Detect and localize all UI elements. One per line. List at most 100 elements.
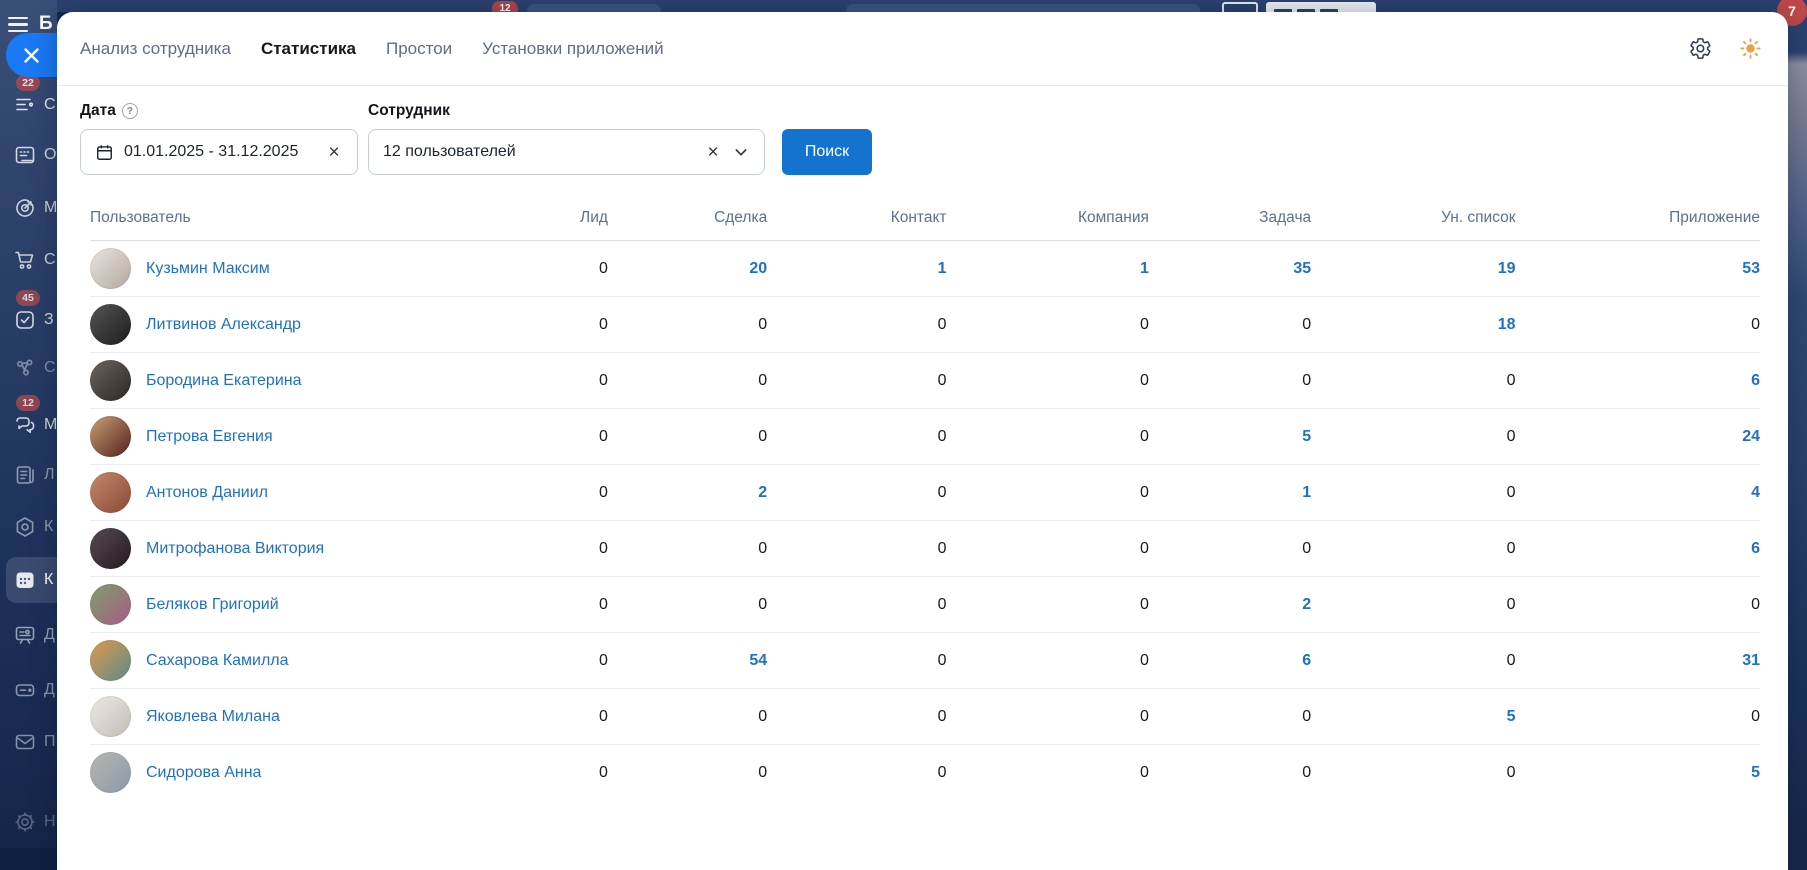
stat-value: 0 (599, 260, 608, 277)
user-name-link[interactable]: Беляков Григорий (146, 596, 279, 614)
stat-value-link[interactable]: 24 (1742, 428, 1760, 445)
stat-value: 0 (758, 540, 767, 557)
stat-value: 0 (599, 540, 608, 557)
sidebar-item-label: М (44, 416, 57, 434)
stat-value-link[interactable]: 5 (1302, 428, 1311, 445)
sidebar-item-mail[interactable]: П (0, 719, 57, 765)
stat-value-link[interactable]: 4 (1751, 484, 1760, 501)
column-header-8: Приложение (1516, 199, 1760, 241)
stat-value-link[interactable]: 6 (1751, 372, 1760, 389)
sidebar-item-crm[interactable]: К (0, 504, 57, 550)
avatar (90, 640, 131, 681)
sidebar-item-label: М (44, 199, 57, 217)
employee-select-value: 12 пользователей (383, 143, 516, 161)
user-name-link[interactable]: Петрова Евгения (146, 428, 273, 446)
stat-value-link[interactable]: 1 (1302, 484, 1311, 501)
stat-value-link[interactable]: 31 (1742, 652, 1760, 669)
clear-employee-icon[interactable]: × (704, 143, 722, 161)
column-header-6: Задача (1149, 199, 1311, 241)
sidebar-item-feed[interactable]: 22C (0, 82, 57, 128)
sidebar-item-planner[interactable]: О (0, 132, 57, 178)
avatar (90, 528, 131, 569)
user-name-link[interactable]: Кузьмин Максим (146, 260, 270, 278)
table-row: Бородина Екатерина0000006 (90, 353, 1760, 409)
sidebar-item-label: Н (44, 813, 56, 831)
stat-value: 0 (1140, 652, 1149, 669)
stat-value-link[interactable]: 5 (1507, 708, 1516, 725)
clear-date-icon[interactable]: × (325, 143, 343, 161)
user-name-link[interactable]: Сидорова Анна (146, 764, 261, 782)
search-button[interactable]: Поиск (782, 129, 872, 175)
help-icon[interactable]: ? (122, 103, 138, 119)
user-name-link[interactable]: Яковлева Милана (146, 708, 280, 726)
stat-value: 0 (1751, 596, 1760, 613)
table-row: Литвинов Александр00000180 (90, 297, 1760, 353)
employee-select[interactable]: 12 пользователей × (368, 129, 765, 175)
stat-value: 0 (1751, 316, 1760, 333)
background-photo-strip (1788, 0, 1807, 870)
stat-value-link[interactable]: 5 (1751, 764, 1760, 781)
panel-close-button[interactable] (6, 33, 57, 77)
sidebar-badge: 45 (16, 290, 40, 306)
chat-icon (13, 413, 37, 437)
stat-value-link[interactable]: 2 (1302, 596, 1311, 613)
user-name-link[interactable]: Бородина Екатерина (146, 372, 301, 390)
sidebar-item-label: С (44, 359, 56, 377)
stat-value-link[interactable]: 19 (1498, 260, 1516, 277)
stat-value: 0 (1302, 708, 1311, 725)
stat-value-link[interactable]: 54 (749, 652, 767, 669)
drive-icon (13, 678, 37, 702)
sidebar-item-network[interactable]: С (0, 345, 57, 391)
sidebar-item-settings[interactable]: Н (0, 799, 57, 845)
stat-value: 0 (938, 540, 947, 557)
settings-gear-icon[interactable] (1688, 37, 1712, 61)
column-header-4: Контакт (767, 199, 946, 241)
tab-3[interactable]: Простои (386, 39, 452, 59)
stat-value: 0 (1302, 540, 1311, 557)
feed-icon (13, 93, 37, 117)
stat-value-link[interactable]: 1 (1140, 260, 1149, 277)
stat-value-link[interactable]: 18 (1498, 316, 1516, 333)
sidebar-item-tasks[interactable]: 45З (0, 297, 57, 343)
sidebar-item-boards[interactable]: Д (0, 612, 57, 658)
sidebar-item-marketing[interactable]: М (0, 185, 57, 231)
stat-value: 0 (1140, 708, 1149, 725)
sidebar-item-calendar[interactable]: К (6, 557, 57, 603)
tab-1[interactable]: Анализ сотрудника (80, 39, 231, 59)
stat-value: 0 (599, 764, 608, 781)
sidebar-item-news[interactable]: Л (0, 452, 57, 498)
sidebar-item-messenger[interactable]: 12М (0, 402, 57, 448)
user-name-link[interactable]: Антонов Даниил (146, 484, 268, 502)
theme-sun-icon[interactable] (1738, 37, 1762, 61)
stat-value-link[interactable]: 6 (1302, 652, 1311, 669)
date-range-input[interactable]: 01.01.2025 - 31.12.2025 × (80, 129, 358, 175)
column-header-7: Ун. список (1311, 199, 1515, 241)
stat-value: 0 (599, 372, 608, 389)
stat-value: 0 (938, 596, 947, 613)
employee-filter-label: Сотрудник (368, 102, 782, 120)
tab-2[interactable]: Статистика (261, 39, 356, 59)
chevron-down-icon[interactable] (732, 143, 750, 161)
board-icon (13, 623, 37, 647)
table-row: Митрофанова Виктория0000006 (90, 521, 1760, 577)
sidebar-item-drive[interactable]: Д (0, 667, 57, 713)
stat-value: 0 (758, 316, 767, 333)
stat-value-link[interactable]: 2 (758, 484, 767, 501)
stat-value: 0 (758, 428, 767, 445)
tab-4[interactable]: Установки приложений (482, 39, 663, 59)
stat-value-link[interactable]: 53 (1742, 260, 1760, 277)
stat-value-link[interactable]: 35 (1293, 260, 1311, 277)
user-name-link[interactable]: Сахарова Камилла (146, 652, 289, 670)
stat-value-link[interactable]: 1 (938, 260, 947, 277)
user-name-link[interactable]: Митрофанова Виктория (146, 540, 324, 558)
sidebar-item-label: О (44, 146, 56, 164)
stat-value-link[interactable]: 20 (749, 260, 767, 277)
user-name-link[interactable]: Литвинов Александр (146, 316, 301, 334)
stat-value-link[interactable]: 6 (1751, 540, 1760, 557)
tasks-icon (13, 308, 37, 332)
stat-value: 0 (599, 484, 608, 501)
sidebar-item-shop[interactable]: C (0, 237, 57, 283)
stat-value: 0 (1140, 596, 1149, 613)
stat-value: 0 (938, 484, 947, 501)
date-range-value: 01.01.2025 - 31.12.2025 (124, 143, 298, 161)
